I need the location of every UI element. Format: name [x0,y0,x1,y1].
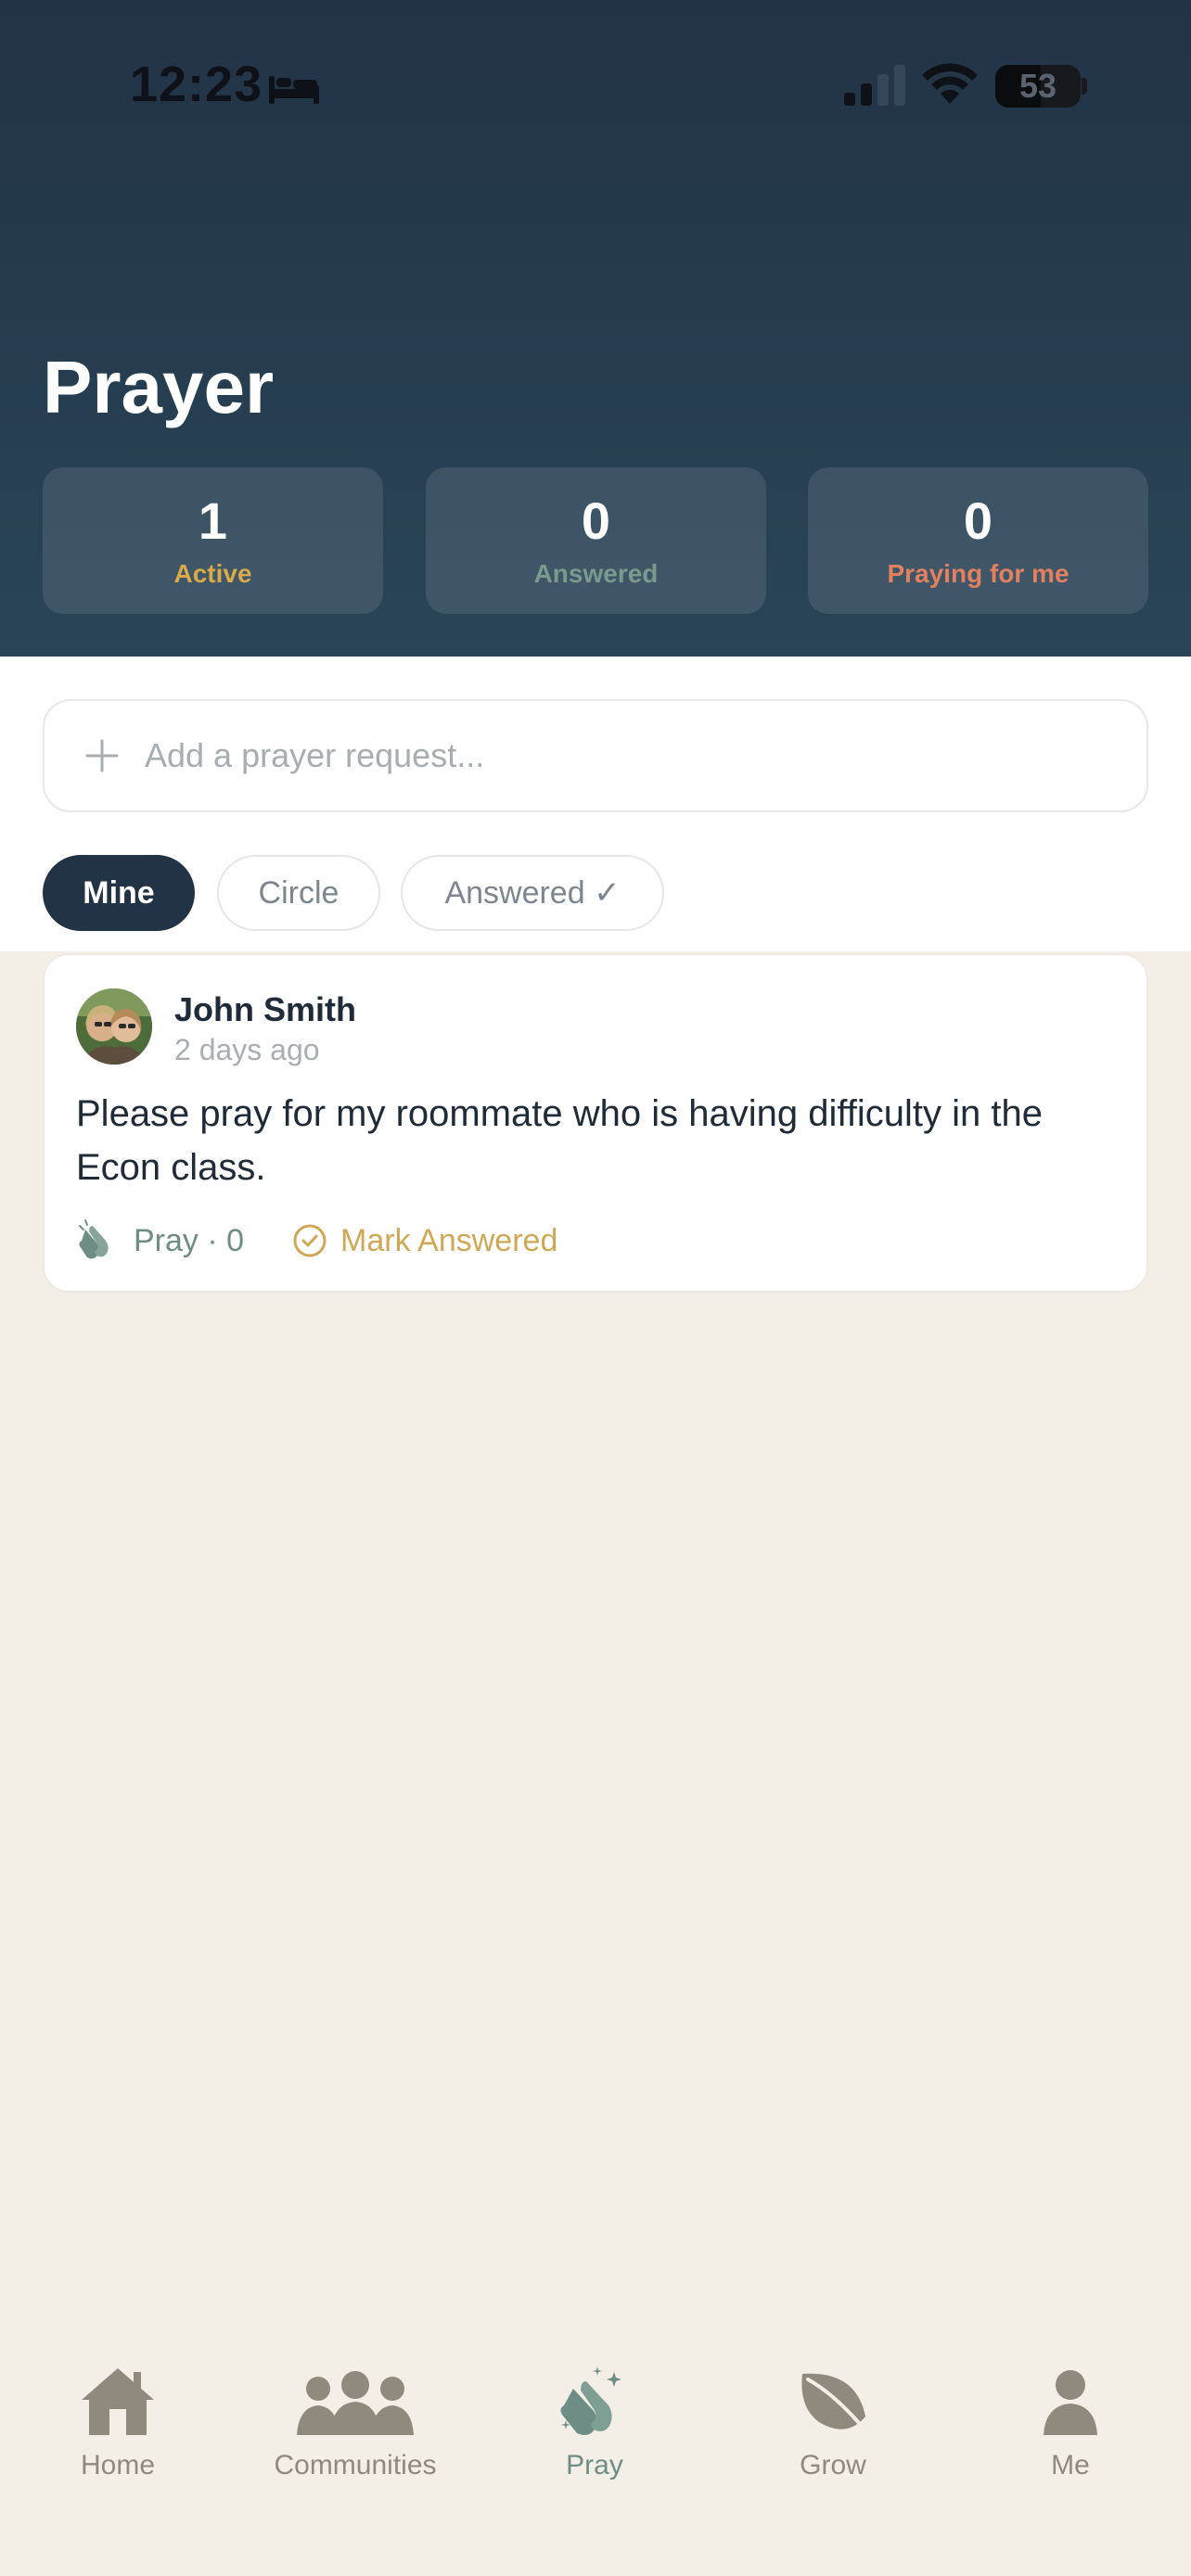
pray-label: Pray · 0 [134,1222,245,1258]
stat-active-label: Active [173,559,252,588]
person-icon [1044,2370,1097,2435]
add-prayer-input[interactable]: Add a prayer request... [43,699,1148,812]
leaf-icon [801,2373,871,2437]
bottom-nav: Home Communities Pray Grow Me [0,2337,1191,2576]
stat-active[interactable]: 1 Active [43,467,383,614]
status-bar: 12:23 53 [0,0,1191,176]
status-time: 12:23 [130,57,263,112]
nav-me[interactable]: Me [968,2365,1172,2481]
add-prayer-placeholder: Add a prayer request... [145,736,485,774]
stat-answered-label: Answered [533,559,659,588]
page-title: Prayer [43,346,275,428]
nav-grow[interactable]: Grow [731,2365,935,2481]
stat-answered-value: 0 [581,491,611,550]
prayer-screen: 12:23 53 Prayer 1 Active 0 Answered 0 Pr… [0,0,1191,2576]
stat-praying-for-me[interactable]: 0 Praying for me [808,467,1148,614]
battery-icon: 53 [995,65,1081,108]
signal-icon [844,65,905,106]
stat-active-value: 1 [198,491,228,550]
communities-icon [297,2371,414,2435]
nav-communities[interactable]: Communities [253,2365,457,2481]
plus-icon [85,739,119,772]
battery-cap [1082,78,1087,95]
mark-answered-button[interactable]: Mark Answered [292,1223,557,1259]
stat-praying-for-me-label: Praying for me [887,559,1069,588]
bed-icon [269,76,319,104]
wifi-icon [922,63,978,104]
nav-home[interactable]: Home [16,2365,220,2481]
battery-level: 53 [1018,67,1057,105]
header: 12:23 53 Prayer 1 Active 0 Answered 0 Pr… [0,0,1191,657]
home-icon [82,2368,154,2435]
tab-circle[interactable]: Circle [217,855,380,931]
tab-answered[interactable]: Answered ✓ [401,855,664,931]
stat-answered[interactable]: 0 Answered [426,467,766,614]
nav-pray[interactable]: Pray [493,2365,697,2481]
post-text: Please pray for my roommate who is havin… [76,1093,1043,1188]
nav-me-label: Me [1051,2450,1090,2480]
composer-panel: Add a prayer request... Mine Circle Answ… [0,657,1191,951]
stat-praying-for-me-value: 0 [963,491,993,550]
prayer-card[interactable]: John Smith 2 days ago Please pray for my… [43,953,1148,1293]
praying-hands-icon [560,2366,621,2435]
nav-communities-label: Communities [274,2450,437,2480]
avatar[interactable] [76,988,152,1065]
tab-mine[interactable]: Mine [43,855,195,931]
post-author[interactable]: John Smith [174,990,356,1029]
nav-pray-label: Pray [566,2450,623,2480]
pray-button[interactable]: Pray · 0 [76,1218,244,1263]
nav-grow-label: Grow [800,2450,866,2480]
check-circle-icon [293,1224,327,1257]
post-time: 2 days ago [174,1033,320,1066]
praying-hands-icon [79,1219,109,1259]
nav-home-label: Home [80,2450,156,2480]
mark-answered-label: Mark Answered [340,1222,558,1258]
post-actions: Pray · 0 Mark Answered [76,1215,557,1267]
